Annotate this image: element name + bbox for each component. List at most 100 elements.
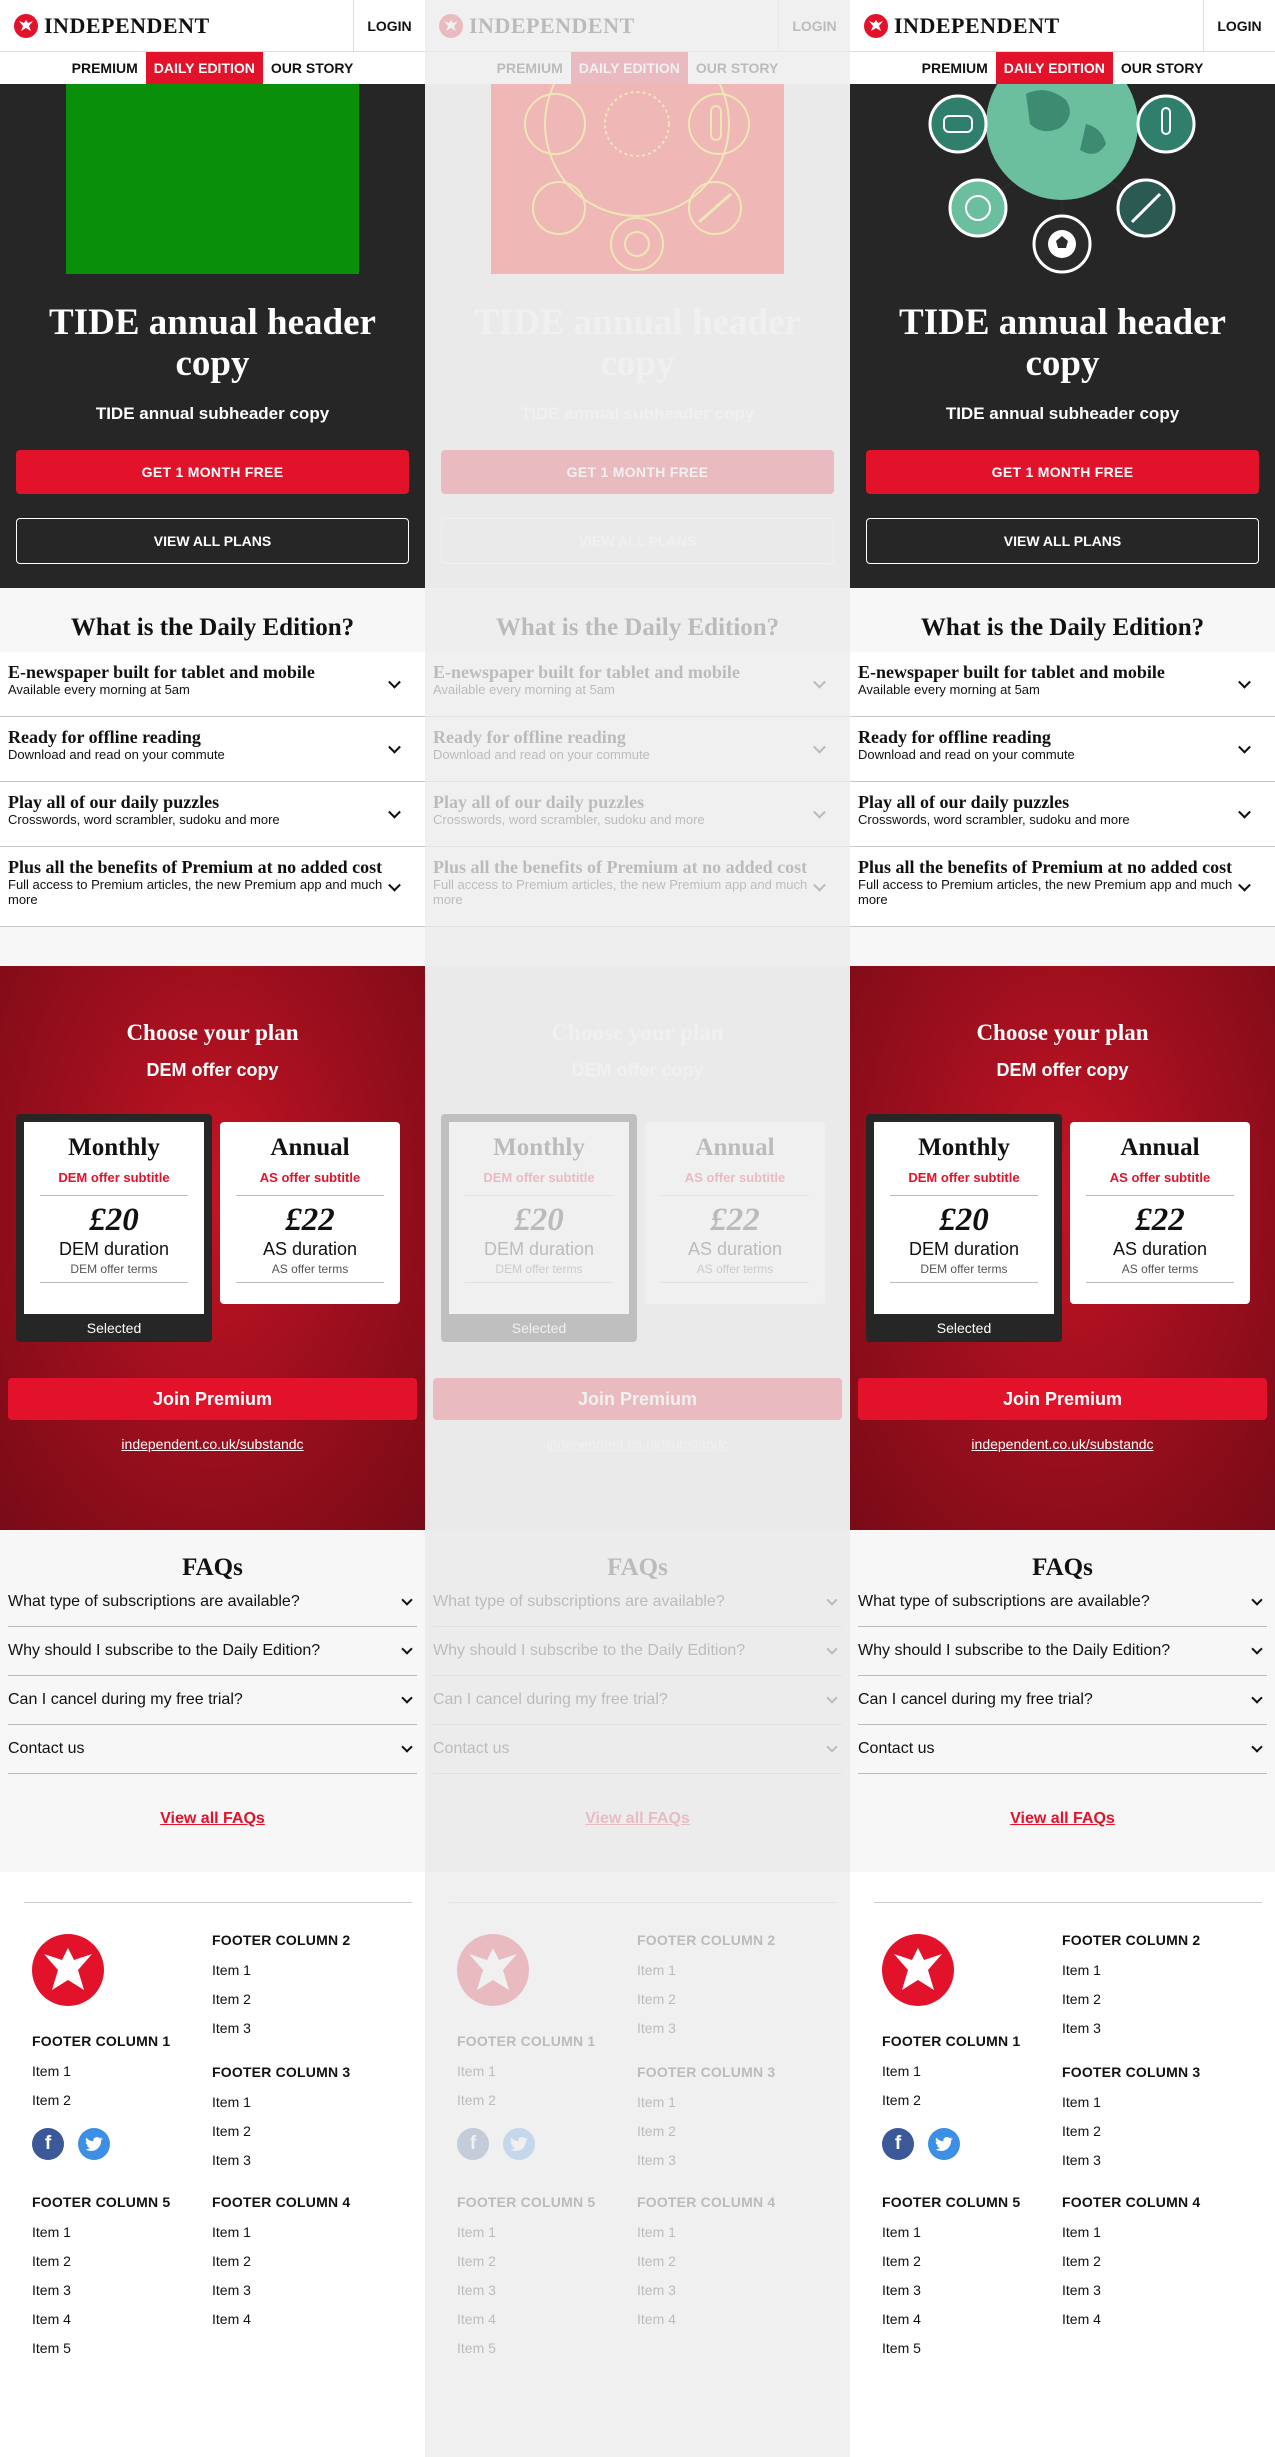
join-premium-button[interactable]: Join Premium xyxy=(858,1378,1267,1420)
footer-link[interactable]: Item 1 xyxy=(637,2094,676,2110)
join-premium-button[interactable]: Join Premium xyxy=(8,1378,417,1420)
footer-link[interactable]: Item 2 xyxy=(32,2092,71,2108)
footer-link[interactable]: Item 5 xyxy=(457,2340,496,2356)
plan-card-monthly[interactable]: Monthly DEM offer subtitle £20 DEM durat… xyxy=(866,1114,1062,1342)
footer-link[interactable]: Item 2 xyxy=(32,2253,71,2269)
footer-link[interactable]: Item 2 xyxy=(637,1991,676,2007)
faq-item[interactable]: What type of subscriptions are available… xyxy=(8,1578,417,1627)
footer-link[interactable]: Item 3 xyxy=(1062,2020,1101,2036)
facebook-icon[interactable]: f xyxy=(32,2128,64,2160)
footer-link[interactable]: Item 3 xyxy=(457,2282,496,2298)
accordion-item[interactable]: Ready for offline reading Download and r… xyxy=(425,717,850,782)
footer-link[interactable]: Item 1 xyxy=(457,2063,496,2079)
footer-link[interactable]: Item 1 xyxy=(457,2224,496,2240)
footer-link[interactable]: Item 5 xyxy=(882,2340,921,2356)
footer-link[interactable]: Item 3 xyxy=(212,2152,251,2168)
footer-link[interactable]: Item 1 xyxy=(1062,2224,1101,2240)
twitter-icon[interactable] xyxy=(503,2128,535,2160)
footer-link[interactable]: Item 1 xyxy=(32,2063,71,2079)
faq-item[interactable]: Why should I subscribe to the Daily Edit… xyxy=(858,1627,1267,1676)
login-button[interactable]: LOGIN xyxy=(778,0,850,52)
footer-link[interactable]: Item 3 xyxy=(212,2282,251,2298)
get-free-month-button[interactable]: GET 1 MONTH FREE xyxy=(441,450,834,494)
footer-link[interactable]: Item 3 xyxy=(212,2020,251,2036)
footer-link[interactable]: Item 2 xyxy=(212,1991,251,2007)
footer-link[interactable]: Item 1 xyxy=(1062,1962,1101,1978)
footer-link[interactable]: Item 4 xyxy=(212,2311,251,2327)
accordion-item[interactable]: E-newspaper built for tablet and mobile … xyxy=(425,652,850,717)
login-button[interactable]: LOGIN xyxy=(353,0,425,52)
nav-daily-edition[interactable]: DAILY EDITION xyxy=(570,52,688,84)
footer-link[interactable]: Item 1 xyxy=(637,1962,676,1978)
view-all-plans-button[interactable]: VIEW ALL PLANS xyxy=(16,518,409,564)
facebook-icon[interactable]: f xyxy=(457,2128,489,2160)
plan-card-monthly[interactable]: Monthly DEM offer subtitle £20 DEM durat… xyxy=(16,1114,212,1342)
view-all-faqs-link[interactable]: View all FAQs xyxy=(850,1810,1275,1828)
plan-card-annual[interactable]: Annual AS offer subtitle £22 AS duration… xyxy=(1070,1122,1250,1304)
view-all-faqs-link[interactable]: View all FAQs xyxy=(425,1810,850,1828)
accordion-item[interactable]: E-newspaper built for tablet and mobile … xyxy=(850,652,1275,717)
footer-link[interactable]: Item 4 xyxy=(882,2311,921,2327)
twitter-icon[interactable] xyxy=(928,2128,960,2160)
view-all-plans-button[interactable]: VIEW ALL PLANS xyxy=(441,518,834,564)
footer-link[interactable]: Item 3 xyxy=(637,2020,676,2036)
footer-link[interactable]: Item 2 xyxy=(1062,2123,1101,2139)
nav-daily-edition[interactable]: DAILY EDITION xyxy=(145,52,263,84)
nav-premium[interactable]: PREMIUM xyxy=(489,52,571,84)
faq-item[interactable]: Can I cancel during my free trial? xyxy=(8,1676,417,1725)
footer-link[interactable]: Item 2 xyxy=(1062,2253,1101,2269)
footer-link[interactable]: Item 4 xyxy=(637,2311,676,2327)
get-free-month-button[interactable]: GET 1 MONTH FREE xyxy=(866,450,1259,494)
faq-item[interactable]: Contact us xyxy=(433,1725,842,1774)
footer-link[interactable]: Item 5 xyxy=(32,2340,71,2356)
facebook-icon[interactable]: f xyxy=(882,2128,914,2160)
accordion-item[interactable]: Play all of our daily puzzles Crosswords… xyxy=(850,782,1275,847)
independent-logo[interactable]: INDEPENDENT xyxy=(425,13,778,39)
footer-link[interactable]: Item 1 xyxy=(1062,2094,1101,2110)
faq-item[interactable]: Can I cancel during my free trial? xyxy=(858,1676,1267,1725)
plan-card-monthly[interactable]: Monthly DEM offer subtitle £20 DEM durat… xyxy=(441,1114,637,1342)
nav-our-story[interactable]: OUR STORY xyxy=(688,52,786,84)
footer-link[interactable]: Item 1 xyxy=(212,2224,251,2240)
footer-link[interactable]: Item 2 xyxy=(637,2253,676,2269)
faq-item[interactable]: Why should I subscribe to the Daily Edit… xyxy=(433,1627,842,1676)
independent-logo[interactable]: INDEPENDENT xyxy=(850,13,1203,39)
view-all-faqs-link[interactable]: View all FAQs xyxy=(0,1810,425,1828)
footer-eagle-logo[interactable] xyxy=(32,1934,104,2006)
footer-link[interactable]: Item 4 xyxy=(1062,2311,1101,2327)
twitter-icon[interactable] xyxy=(78,2128,110,2160)
footer-link[interactable]: Item 3 xyxy=(32,2282,71,2298)
footer-link[interactable]: Item 2 xyxy=(637,2123,676,2139)
nav-daily-edition[interactable]: DAILY EDITION xyxy=(995,52,1113,84)
faq-item[interactable]: What type of subscriptions are available… xyxy=(858,1578,1267,1627)
footer-link[interactable]: Item 1 xyxy=(32,2224,71,2240)
faq-item[interactable]: What type of subscriptions are available… xyxy=(433,1578,842,1627)
footer-link[interactable]: Item 2 xyxy=(882,2092,921,2108)
footer-eagle-logo[interactable] xyxy=(457,1934,529,2006)
login-button[interactable]: LOGIN xyxy=(1203,0,1275,52)
footer-link[interactable]: Item 1 xyxy=(212,1962,251,1978)
accordion-item[interactable]: Plus all the benefits of Premium at no a… xyxy=(0,847,425,927)
nav-our-story[interactable]: OUR STORY xyxy=(1113,52,1211,84)
faq-item[interactable]: Why should I subscribe to the Daily Edit… xyxy=(8,1627,417,1676)
accordion-item[interactable]: Plus all the benefits of Premium at no a… xyxy=(850,847,1275,927)
nav-premium[interactable]: PREMIUM xyxy=(64,52,146,84)
accordion-item[interactable]: Plus all the benefits of Premium at no a… xyxy=(425,847,850,927)
join-premium-button[interactable]: Join Premium xyxy=(433,1378,842,1420)
footer-link[interactable]: Item 4 xyxy=(457,2311,496,2327)
accordion-item[interactable]: Ready for offline reading Download and r… xyxy=(0,717,425,782)
nav-premium[interactable]: PREMIUM xyxy=(914,52,996,84)
terms-link[interactable]: independent.co.uk/substandc xyxy=(850,1436,1275,1452)
footer-link[interactable]: Item 3 xyxy=(1062,2282,1101,2298)
accordion-item[interactable]: E-newspaper built for tablet and mobile … xyxy=(0,652,425,717)
accordion-item[interactable]: Play all of our daily puzzles Crosswords… xyxy=(0,782,425,847)
footer-link[interactable]: Item 3 xyxy=(637,2282,676,2298)
footer-link[interactable]: Item 2 xyxy=(882,2253,921,2269)
terms-link[interactable]: independent.co.uk/substandc xyxy=(425,1436,850,1452)
footer-link[interactable]: Item 3 xyxy=(637,2152,676,2168)
footer-link[interactable]: Item 3 xyxy=(882,2282,921,2298)
accordion-item[interactable]: Ready for offline reading Download and r… xyxy=(850,717,1275,782)
footer-link[interactable]: Item 2 xyxy=(457,2253,496,2269)
faq-item[interactable]: Contact us xyxy=(8,1725,417,1774)
footer-link[interactable]: Item 1 xyxy=(882,2224,921,2240)
